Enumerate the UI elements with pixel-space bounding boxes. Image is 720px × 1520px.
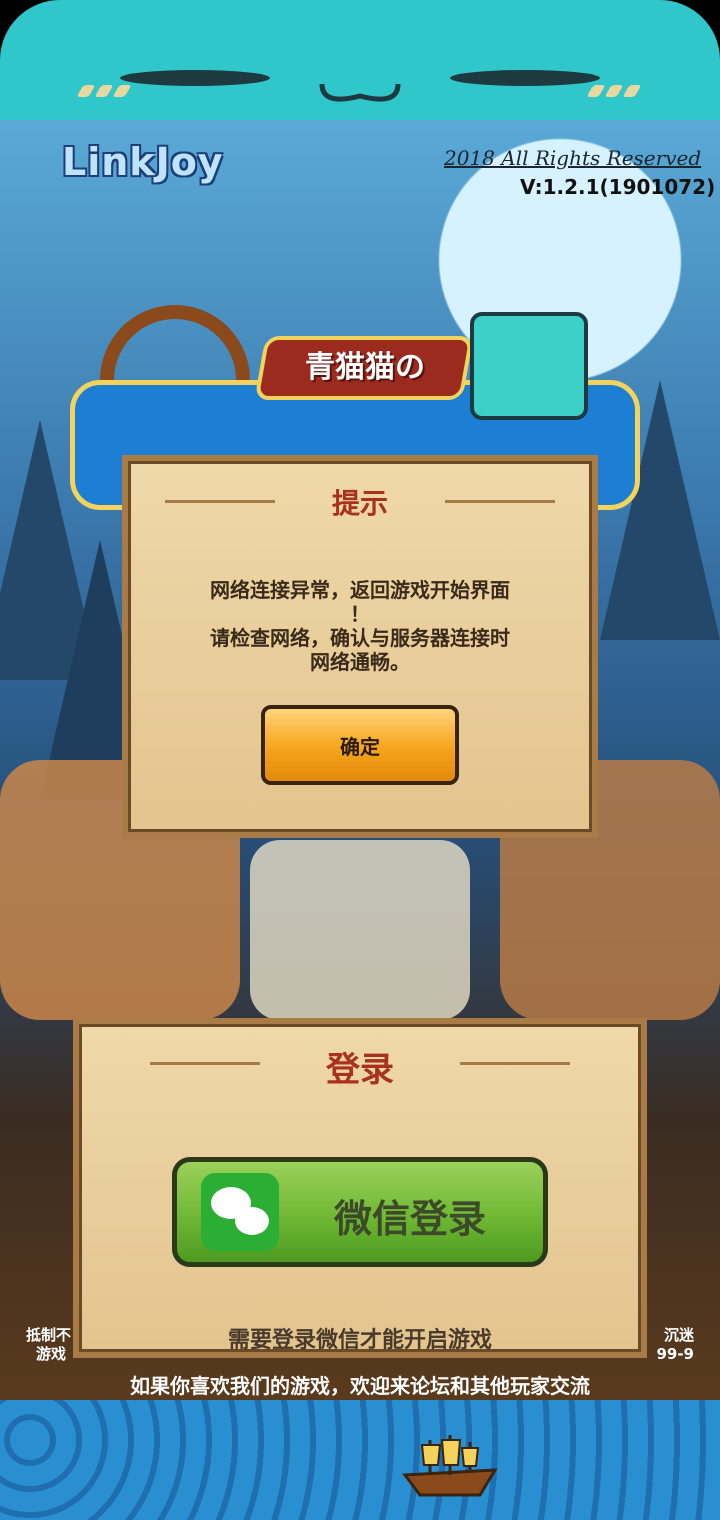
ocean-waves: [0, 1400, 720, 1520]
game-subtitle: 青猫猫の: [305, 350, 425, 385]
footer-right-text: 沉迷 99-9: [652, 1326, 694, 1364]
footer-left-line: 抵制不: [26, 1326, 72, 1344]
footer-right-line: 沉迷: [663, 1326, 694, 1344]
alert-message: 网络连接异常，返回游戏开始界面 ！ 请检查网络，确认与服务器连接时 网络通畅。: [150, 578, 570, 674]
cat-blush-left: [76, 82, 140, 97]
alert-message-line: 网络连接异常，返回游戏开始界面: [210, 578, 510, 602]
cat-blush-right: [586, 82, 650, 97]
footer-right-line: 99-9: [656, 1345, 694, 1363]
version-text: V:1.2.1(1901072): [520, 175, 716, 199]
alert-message-line: 网络通畅。: [310, 650, 410, 674]
alert-message-line: ！: [350, 602, 370, 626]
cat-mascot-icon: [470, 312, 588, 420]
confirm-button-label[interactable]: 确定: [261, 731, 459, 760]
brand-logo: LinkJoy: [62, 140, 224, 184]
wechat-login-label[interactable]: 微信登录: [290, 1188, 530, 1243]
copyright-text: 2018 All Rights Reserved: [444, 146, 702, 170]
cat-eye-right: [450, 70, 600, 86]
login-title: 登录: [326, 1050, 394, 1090]
wechat-bubble-small: [235, 1207, 269, 1235]
alert-title: 提示: [331, 487, 388, 520]
forum-invite-text[interactable]: 如果你喜欢我们的游戏，欢迎来论坛和其他玩家交流: [0, 1370, 720, 1399]
alert-message-line: 请检查网络，确认与服务器连接时: [210, 626, 510, 650]
cat-mouth-icon: [319, 83, 401, 102]
wechat-icon[interactable]: [201, 1173, 279, 1251]
footer-left-line: 游戏: [36, 1345, 67, 1363]
login-hint: 需要登录微信才能开启游戏: [227, 1328, 492, 1353]
cat-face-header: [0, 0, 720, 125]
footer-left-text: 抵制不 游戏: [26, 1326, 71, 1364]
cat-eye-left: [120, 70, 270, 86]
character-center: [250, 840, 470, 1020]
pirate-ship-icon: [402, 1435, 498, 1497]
